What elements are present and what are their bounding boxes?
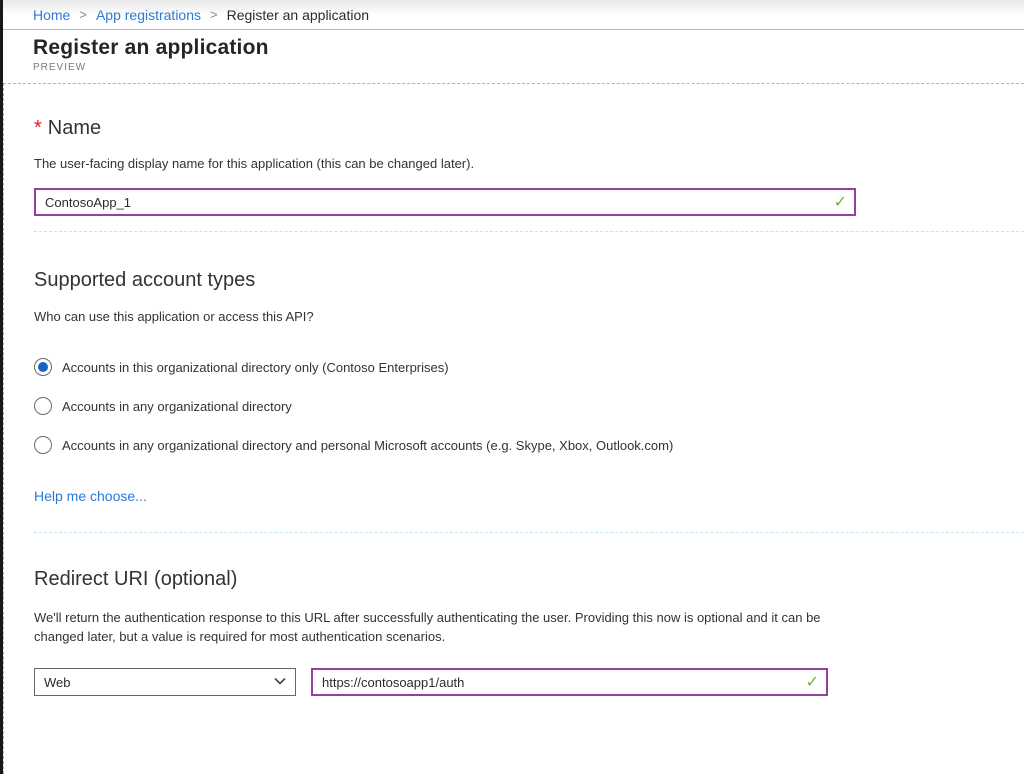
blade-left-edge (0, 0, 3, 774)
breadcrumb: Home > App registrations > Register an a… (3, 0, 1024, 30)
radio-label: Accounts in any organizational directory (62, 399, 292, 414)
radio-org-directory-only[interactable]: Accounts in this organizational director… (34, 358, 1024, 376)
blade-header: Register an application PREVIEW (3, 31, 1024, 83)
radio-button-icon (34, 358, 52, 376)
breadcrumb-home[interactable]: Home (33, 7, 70, 23)
account-types-question: Who can use this application or access t… (34, 309, 1024, 324)
radio-button-icon (34, 397, 52, 415)
section-divider (34, 532, 1024, 533)
app-name-input[interactable] (34, 188, 856, 216)
redirect-uri-title: Redirect URI (optional) (34, 568, 1024, 591)
chevron-down-icon (274, 675, 286, 687)
radio-button-icon (34, 436, 52, 454)
required-marker: * (34, 117, 42, 139)
radio-label: Accounts in this organizational director… (62, 360, 449, 375)
section-divider (34, 231, 1024, 232)
help-me-choose-link[interactable]: Help me choose... (34, 488, 147, 504)
breadcrumb-separator-icon: > (79, 7, 87, 22)
redirect-uri-row: Web ✓ (34, 668, 1024, 696)
account-types-radio-group: Accounts in this organizational director… (34, 358, 1024, 454)
redirect-uri-input[interactable] (311, 668, 828, 696)
redirect-uri-description: We'll return the authentication response… (34, 608, 839, 646)
name-section-title-text: Name (48, 117, 101, 139)
blade-content: * Name The user-facing display name for t… (3, 83, 1024, 774)
page-title: Register an application (33, 36, 1024, 60)
breadcrumb-current: Register an application (227, 7, 369, 23)
radio-any-org-directory[interactable]: Accounts in any organizational directory (34, 397, 1024, 415)
account-types-title: Supported account types (34, 269, 1024, 292)
platform-select[interactable]: Web (34, 668, 296, 696)
breadcrumb-separator-icon: > (210, 7, 218, 22)
name-description: The user-facing display name for this ap… (34, 156, 1024, 171)
radio-any-org-and-personal[interactable]: Accounts in any organizational directory… (34, 436, 1024, 454)
preview-badge: PREVIEW (33, 62, 1024, 73)
name-section-title: * Name (34, 117, 1024, 140)
radio-label: Accounts in any organizational directory… (62, 438, 673, 453)
platform-select-value: Web (44, 675, 71, 690)
register-application-blade: Home > App registrations > Register an a… (0, 0, 1024, 774)
breadcrumb-app-registrations[interactable]: App registrations (96, 7, 201, 23)
